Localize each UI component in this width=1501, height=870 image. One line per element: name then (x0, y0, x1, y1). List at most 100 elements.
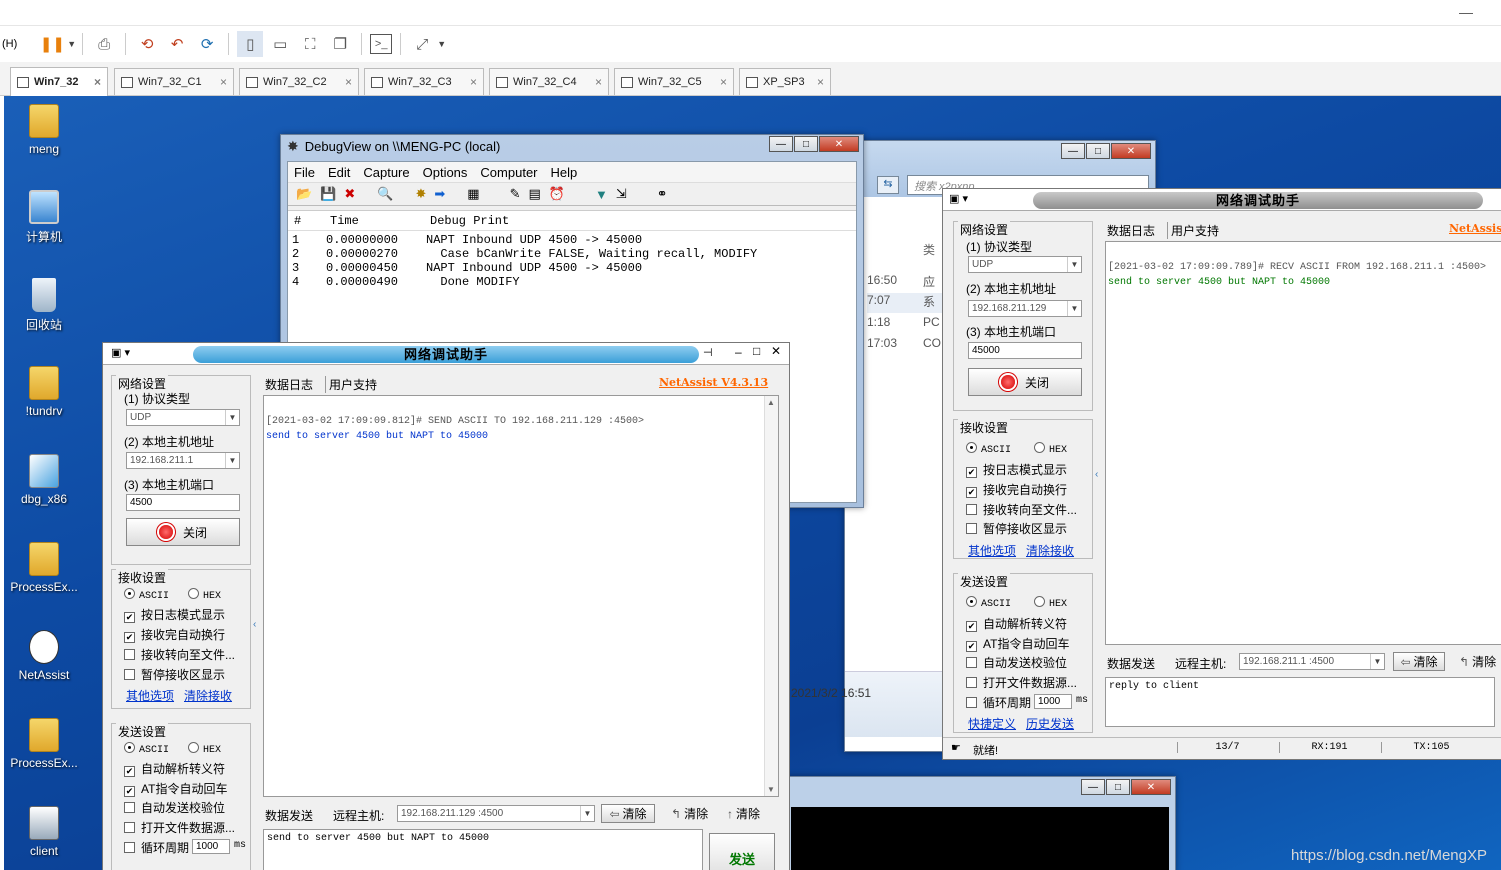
menu-edit[interactable]: Edit (328, 165, 350, 180)
recv-opt-auto-newline[interactable]: ✔ 接收完自动换行 (966, 481, 1067, 498)
close-tab-icon[interactable]: × (470, 75, 477, 89)
tab-win7-32-c3[interactable]: Win7_32_C3 × (364, 68, 484, 95)
loop-period-input[interactable]: 1000 (192, 839, 230, 854)
recv-hex-radio[interactable]: HEX (188, 588, 221, 602)
maximize-icon[interactable]: □ (753, 344, 760, 358)
send-ascii-radio[interactable]: ASCII (966, 596, 1011, 610)
netassist-left-window[interactable]: ▣ ▾ 网络调试助手 ⊣ – □ ✕ 网络设置 (1) 协议类型 UDP ▼ (2… (102, 342, 790, 870)
tab-data-log[interactable]: 数据日志 (1107, 222, 1155, 239)
recv-opt-to-file[interactable]: 接收转向至文件... (966, 501, 1077, 518)
minimize-button[interactable]: — (1061, 143, 1085, 159)
pin-icon[interactable]: ⊣ (703, 346, 713, 359)
local-port-input[interactable]: 4500 (126, 494, 240, 511)
refresh-icon[interactable]: ⇆ (877, 176, 899, 194)
close-tab-icon[interactable]: × (345, 75, 352, 89)
send-log-area[interactable]: [2021-03-02 17:09:09.812]# SEND ASCII TO… (263, 395, 779, 797)
desktop-icon-processex-1[interactable]: ProcessEx... (4, 542, 84, 594)
remote-host-select[interactable]: 192.168.211.129 :4500 ▼ (397, 805, 595, 822)
tab-data-log[interactable]: 数据日志 (265, 376, 313, 393)
clear-button[interactable]: ⇦ 清除 (601, 804, 655, 823)
local-port-input[interactable]: 45000 (968, 342, 1082, 359)
table-row[interactable]: 3 0.00000450 NAPT Inbound UDP 4500 -> 4500… (288, 261, 856, 275)
app-menu-icon[interactable]: ▣ ▾ (111, 346, 130, 359)
send-ascii-radio[interactable]: ASCII (124, 742, 169, 756)
protocol-select[interactable]: UDP ▼ (126, 409, 240, 426)
desktop-icon-dbg-x86[interactable]: dbg_x86 (4, 454, 84, 506)
quick-define-link[interactable]: 快捷定义 (968, 715, 1016, 732)
desktop-icon-processex-2[interactable]: ProcessEx... (4, 718, 84, 770)
desktop-icon-meng[interactable]: meng (4, 104, 84, 156)
desktop-icon-tundrv[interactable]: !tundrv (4, 366, 84, 418)
clear-display-icon[interactable]: ✖ (344, 186, 355, 202)
close-connection-button[interactable]: 关闭 (968, 368, 1082, 396)
stretch-dropdown-icon[interactable]: ▼ (437, 39, 446, 49)
send-opt-at-cr[interactable]: ✔ AT指令自动回车 (124, 780, 227, 797)
brand-link[interactable]: NetAssist V4.3.13 (659, 376, 768, 389)
app-menu-icon[interactable]: ▣ ▾ (949, 192, 968, 205)
send-hex-radio[interactable]: HEX (188, 742, 221, 756)
table-row[interactable]: 4 0.00000490 Done MODIFY (288, 275, 856, 289)
loop-period-input[interactable]: 1000 (1034, 694, 1072, 709)
forward-icon[interactable]: ➡ (434, 186, 445, 202)
protocol-select[interactable]: UDP ▼ (968, 256, 1082, 273)
remote-host-select[interactable]: 192.168.211.1 :4500 ▼ (1239, 653, 1385, 670)
snapshot-icon[interactable]: ⟲ (134, 31, 160, 57)
table-row[interactable]: 2 0.00000270 Case bCanWrite FALSE, Waitin… (288, 247, 856, 261)
clock-icon[interactable]: ⏰ (549, 186, 565, 202)
send-opt-file-source[interactable]: 打开文件数据源... (124, 819, 235, 836)
revert-snapshot-icon[interactable]: ↶ (164, 31, 190, 57)
desktop-icon-netassist[interactable]: NetAssist (4, 630, 84, 682)
col-num[interactable]: # (294, 214, 301, 228)
send-opt-escape[interactable]: ✔ 自动解析转义符 (966, 615, 1067, 632)
save-icon[interactable]: 💾 (320, 186, 336, 202)
console-icon[interactable]: >_ (370, 34, 393, 54)
scroll-down-icon[interactable]: ▼ (767, 785, 775, 794)
send-opt-escape[interactable]: ✔ 自动解析转义符 (124, 760, 225, 777)
tab-user-support[interactable]: 用户支持 (1167, 222, 1219, 239)
maximize-button[interactable]: □ (1086, 143, 1110, 159)
close-button[interactable]: ✕ (1131, 779, 1171, 795)
clear-recv-link[interactable]: 清除接收 (184, 687, 232, 704)
console-window[interactable]: — □ ✕ (784, 776, 1176, 870)
recv-log-area[interactable]: [2021-03-02 17:09:09.789]# RECV ASCII FR… (1105, 241, 1501, 645)
send-opt-checksum[interactable]: 自动发送校验位 (124, 799, 225, 816)
clear-history-button[interactable]: ↰ 清除 (1459, 652, 1501, 671)
close-icon[interactable]: ✕ (771, 344, 781, 358)
close-tab-icon[interactable]: × (595, 75, 602, 89)
binoculars-icon[interactable]: ⚭ (657, 186, 668, 202)
recv-hex-radio[interactable]: HEX (1034, 442, 1067, 456)
minimize-button[interactable]: — (1081, 779, 1105, 795)
col-debug-print[interactable]: Debug Print (430, 214, 509, 228)
recv-opt-pause[interactable]: 暂停接收区显示 (966, 520, 1067, 537)
list-item[interactable]: 17:03 CO (867, 336, 947, 354)
minimize-icon[interactable]: — (1459, 4, 1473, 20)
tab-win7-32-c5[interactable]: Win7_32_C5 × (614, 68, 734, 95)
snapshot-manager-icon[interactable]: ⟳ (194, 31, 220, 57)
tab-user-support[interactable]: 用户支持 (325, 376, 377, 393)
netassist-right-window[interactable]: ▣ ▾ 网络调试助手 网络设置 (1) 协议类型 UDP ▼ (2) 本地主机地址… (942, 188, 1501, 760)
capture-icon[interactable]: ✸ (415, 186, 426, 202)
minimize-button[interactable]: — (769, 136, 793, 152)
send-opt-file-source[interactable]: 打开文件数据源... (966, 674, 1077, 691)
fullscreen-icon[interactable]: ⛶ (297, 31, 323, 57)
recv-opt-log-mode[interactable]: ✔ 按日志模式显示 (124, 606, 225, 623)
unity-icon[interactable]: ❐ (327, 31, 353, 57)
pause-icon[interactable]: ❚❚ (39, 31, 65, 57)
pause-dropdown-icon[interactable]: ▼ (67, 39, 76, 49)
minimize-icon[interactable]: – (735, 345, 742, 359)
highlight-icon[interactable]: ▼ (595, 187, 608, 202)
find-icon[interactable]: 🔍 (377, 186, 393, 202)
close-tab-icon[interactable]: × (817, 75, 824, 89)
clear-button[interactable]: ⇦ 清除 (1393, 652, 1445, 671)
local-host-select[interactable]: 192.168.211.1 ▼ (126, 452, 240, 469)
menu-help[interactable]: (H) (2, 38, 17, 50)
history-icon[interactable]: ▤ (528, 186, 540, 202)
clear-recv-link[interactable]: 清除接收 (1026, 542, 1074, 559)
autoscroll-icon[interactable]: ⇲ (616, 186, 627, 202)
desktop-icon-client[interactable]: client (4, 806, 84, 858)
stretch-icon[interactable]: ⤢ (409, 31, 435, 57)
collapse-arrow-icon[interactable]: ‹ (1095, 469, 1098, 480)
send-opt-at-cr[interactable]: ✔ AT指令自动回车 (966, 635, 1069, 652)
maximize-button[interactable]: □ (794, 136, 818, 152)
send-opt-loop[interactable]: 循环周期 (124, 839, 189, 856)
